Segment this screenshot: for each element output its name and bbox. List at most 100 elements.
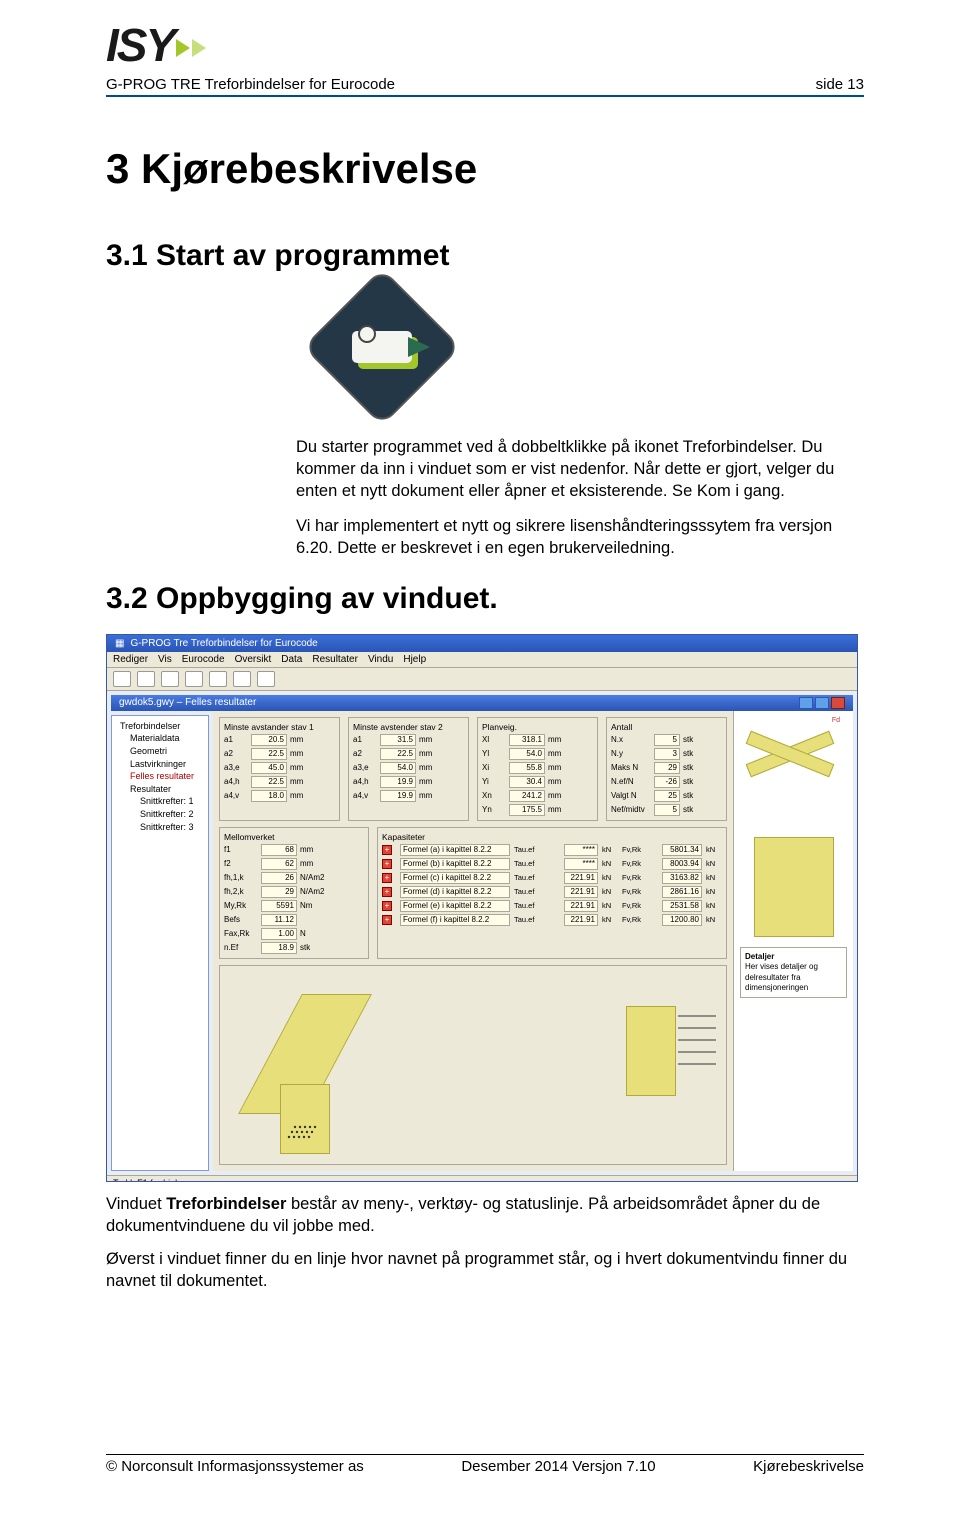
field-value[interactable]: 18.9: [261, 942, 297, 954]
document-titlebar: gwdok5.gwy – Felles resultater: [111, 695, 853, 711]
toolbar-button[interactable]: [209, 671, 227, 687]
toolbar-button[interactable]: [233, 671, 251, 687]
field-value[interactable]: 62: [261, 858, 297, 870]
expand-icon[interactable]: +: [382, 915, 392, 925]
field-value[interactable]: 1.00: [261, 928, 297, 940]
field-label: Tau.ef: [514, 873, 560, 882]
field-unit: Nm: [300, 901, 334, 910]
field-value[interactable]: 5: [654, 804, 680, 816]
field-value[interactable]: 25: [654, 790, 680, 802]
field-value[interactable]: 31.5: [380, 734, 416, 746]
expand-icon[interactable]: +: [382, 887, 392, 897]
menu-item[interactable]: Data: [281, 654, 302, 665]
toolbar-button[interactable]: [137, 671, 155, 687]
field-value[interactable]: 54.0: [509, 748, 545, 760]
field-value[interactable]: 11.12: [261, 914, 297, 926]
field-label: a4,v: [353, 791, 377, 800]
formula-name: Formel (c) i kapittel 8.2.2: [400, 872, 510, 884]
toolbar-button[interactable]: [161, 671, 179, 687]
field-value: 221.91: [564, 900, 598, 912]
field-label: f2: [224, 859, 258, 868]
panel-title: Planveig.: [482, 722, 593, 732]
field-value[interactable]: 22.5: [380, 748, 416, 760]
panel-mellomverket: Mellomverket f168mmf262mmfh,1,k26N/Am2fh…: [219, 827, 369, 959]
expand-icon[interactable]: +: [382, 859, 392, 869]
tree-sidebar[interactable]: Treforbindelser Materialdata Geometri La…: [111, 715, 209, 1171]
field-value[interactable]: 5: [654, 734, 680, 746]
force-label: Fd: [832, 717, 840, 724]
sec-3-2-paragraph-1: Vinduet Treforbindelser består av meny-,…: [106, 1194, 864, 1238]
field-unit: N: [300, 929, 334, 938]
document-main: Minste avstander stav 1 a120.5mma222.5mm…: [213, 711, 853, 1171]
field-label: Xl: [482, 735, 506, 744]
field-value[interactable]: 5591: [261, 900, 297, 912]
field-label: a1: [353, 735, 377, 744]
expand-icon[interactable]: +: [382, 873, 392, 883]
panel-planveig: Planveig. Xl318.1mmYl54.0mmXi55.8mmYi30.…: [477, 717, 598, 821]
tree-leaf[interactable]: Snittkrefter: 2: [116, 808, 204, 821]
tree-node-active[interactable]: Felles resultater: [116, 770, 204, 783]
field-label: Tau.ef: [514, 859, 560, 868]
field-value[interactable]: 54.0: [380, 762, 416, 774]
menu-item[interactable]: Resultater: [312, 654, 358, 665]
menu-bar[interactable]: Rediger Vis Eurocode Oversikt Data Resul…: [107, 652, 857, 668]
field-value[interactable]: -26: [654, 776, 680, 788]
formula-name: Formel (e) i kapittel 8.2.2: [400, 900, 510, 912]
field-value[interactable]: 29: [261, 886, 297, 898]
field-value[interactable]: 29: [654, 762, 680, 774]
tree-node[interactable]: Lastvirkninger: [116, 758, 204, 771]
field-label: Tau.ef: [514, 915, 560, 924]
field-value[interactable]: 22.5: [251, 748, 287, 760]
field-unit: mm: [548, 805, 566, 814]
menu-item[interactable]: Hjelp: [403, 654, 426, 665]
minimize-icon[interactable]: [799, 697, 813, 709]
field-value[interactable]: 68: [261, 844, 297, 856]
field-value[interactable]: 30.4: [509, 776, 545, 788]
maximize-icon[interactable]: [815, 697, 829, 709]
menu-item[interactable]: Vindu: [368, 654, 393, 665]
field-value: 3163.82: [662, 872, 702, 884]
menu-item[interactable]: Oversikt: [235, 654, 272, 665]
field-unit: mm: [548, 749, 566, 758]
menu-item[interactable]: Rediger: [113, 654, 148, 665]
field-value[interactable]: 318.1: [509, 734, 545, 746]
section-3-2-heading: 3.2 Oppbygging av vinduet.: [106, 582, 864, 616]
field-value[interactable]: 55.8: [509, 762, 545, 774]
field-unit: stk: [300, 943, 334, 952]
field-unit: kN: [706, 873, 722, 882]
tree-node[interactable]: Geometri: [116, 745, 204, 758]
menu-item[interactable]: Vis: [158, 654, 172, 665]
section-3-1-heading: 3.1 Start av programmet: [106, 239, 864, 273]
expand-icon[interactable]: +: [382, 901, 392, 911]
field-value[interactable]: 3: [654, 748, 680, 760]
tree-node[interactable]: Resultater: [116, 783, 204, 796]
toolbar-button[interactable]: [113, 671, 131, 687]
field-unit: mm: [300, 859, 334, 868]
program-icon: [326, 291, 864, 403]
field-value[interactable]: 20.5: [251, 734, 287, 746]
field-label: Befs: [224, 915, 258, 924]
menu-item[interactable]: Eurocode: [182, 654, 225, 665]
field-value[interactable]: 19.9: [380, 790, 416, 802]
field-label: Yn: [482, 805, 506, 814]
tree-root[interactable]: Treforbindelser: [116, 720, 204, 733]
panel-title: Mellomverket: [224, 832, 364, 842]
field-value[interactable]: 18.0: [251, 790, 287, 802]
tree-leaf[interactable]: Snittkrefter: 3: [116, 821, 204, 834]
field-unit: mm: [548, 791, 566, 800]
field-value[interactable]: 45.0: [251, 762, 287, 774]
field-value[interactable]: 175.5: [509, 804, 545, 816]
field-value[interactable]: 241.2: [509, 790, 545, 802]
toolbar-button[interactable]: [185, 671, 203, 687]
field-unit: stk: [683, 763, 701, 772]
tree-node[interactable]: Materialdata: [116, 732, 204, 745]
field-unit: kN: [706, 845, 722, 854]
field-value[interactable]: 26: [261, 872, 297, 884]
toolbar-button[interactable]: [257, 671, 275, 687]
expand-icon[interactable]: +: [382, 845, 392, 855]
field-unit: stk: [683, 735, 701, 744]
field-value[interactable]: 22.5: [251, 776, 287, 788]
close-icon[interactable]: [831, 697, 845, 709]
field-value[interactable]: 19.9: [380, 776, 416, 788]
tree-leaf[interactable]: Snittkrefter: 1: [116, 795, 204, 808]
